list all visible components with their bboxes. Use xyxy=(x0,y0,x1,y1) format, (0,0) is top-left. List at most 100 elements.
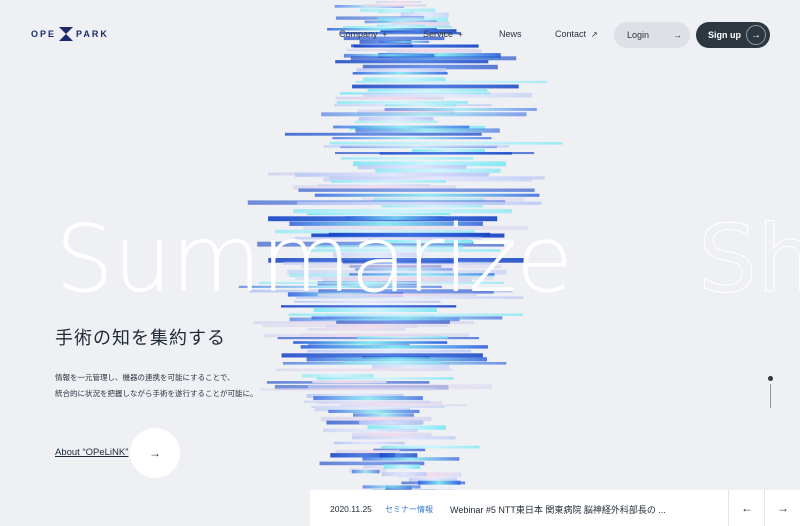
scroll-indicator-dot xyxy=(768,376,773,381)
stripe-bar xyxy=(303,400,431,403)
stripe-bar xyxy=(355,120,438,123)
stripe-bar xyxy=(375,1,422,4)
login-label: Login xyxy=(627,30,650,40)
stripe-bar xyxy=(343,53,435,58)
stripe-bar xyxy=(275,368,453,372)
stripe-bar xyxy=(318,184,430,187)
about-arrow-button[interactable]: → xyxy=(130,428,180,478)
stripe-bar xyxy=(330,453,395,458)
stripe-bar xyxy=(412,149,485,152)
hero-big-word: Summarize xyxy=(55,205,573,313)
stripe-bar xyxy=(306,357,487,362)
stripe-bar xyxy=(363,77,446,81)
news-category[interactable]: セミナー情報 xyxy=(385,504,433,515)
stripe-bar xyxy=(253,321,474,325)
stripe-bar xyxy=(373,448,426,452)
stripe-bar xyxy=(351,469,380,474)
news-ticker[interactable]: 2020.11.25 セミナー情報 Webinar #5 NTT東日本 関東病院… xyxy=(310,490,800,526)
signup-button[interactable]: Sign up → xyxy=(696,22,770,48)
stripe-bar xyxy=(384,104,456,107)
hero-desc-line: 情報を一元管理し、機器の連携を可能にすることで、 xyxy=(55,373,235,382)
nav-label: Contact xyxy=(555,29,587,39)
stripe-bar xyxy=(331,180,447,183)
stripe-bar xyxy=(336,449,400,454)
stripe-bar xyxy=(340,145,497,149)
arrow-right-icon: → xyxy=(777,501,789,515)
stripe-bar xyxy=(300,345,488,349)
login-button[interactable]: Login → xyxy=(614,22,690,48)
news-prev-button[interactable]: ← xyxy=(728,490,765,526)
hero-desc-line: 統合的に状況を把握しながら手術を遂行することが可能に。 xyxy=(55,389,258,398)
stripe-bar xyxy=(377,9,414,14)
stripe-bar xyxy=(350,56,517,61)
stripe-bar xyxy=(358,117,434,121)
scroll-indicator-line xyxy=(770,384,771,408)
news-title[interactable]: Webinar #5 NTT東日本 関東病院 脳神経外科部長の ... xyxy=(450,503,666,516)
external-link-icon: ↗ xyxy=(591,29,598,39)
stripe-bar xyxy=(357,109,455,115)
stripe-bar xyxy=(308,341,410,347)
stripe-bar xyxy=(283,362,507,365)
stripe-bar xyxy=(355,80,548,84)
stripe-bar xyxy=(266,381,430,384)
stripe-bar xyxy=(346,48,478,52)
stripe-bar xyxy=(380,445,480,449)
stripe-bar xyxy=(362,457,460,461)
stripe-bar xyxy=(298,188,535,192)
stripe-bar xyxy=(260,388,435,391)
stripe-bar xyxy=(316,401,443,405)
stripe-bar xyxy=(359,8,436,13)
stripe-bar xyxy=(319,461,425,466)
arrow-left-icon: ← xyxy=(741,501,753,515)
stripe-bar xyxy=(339,92,491,95)
stripe-bar xyxy=(289,317,460,322)
stripe-bar xyxy=(383,464,421,469)
stripe-bar xyxy=(335,60,489,64)
stripe-bar xyxy=(387,49,482,53)
nav-item-news[interactable]: News xyxy=(499,29,522,39)
arrow-right-icon: → xyxy=(149,446,161,460)
arrow-right-icon: → xyxy=(746,25,766,45)
stripe-bar xyxy=(321,112,527,117)
stripe-bar xyxy=(311,316,503,320)
stripe-bar xyxy=(294,172,489,177)
stripe-bar xyxy=(363,465,419,468)
stripe-bar xyxy=(288,313,523,316)
nav-item-service[interactable]: Service + xyxy=(423,29,463,39)
stripe-bar xyxy=(349,125,485,130)
about-link[interactable]: About “OPeLiNK” xyxy=(55,447,128,458)
stripe-bar xyxy=(323,428,418,433)
stripe-bar xyxy=(335,152,535,155)
stripe-bar xyxy=(314,193,540,197)
nav-label: Service xyxy=(423,29,454,39)
hero-headline: 手術の知を集約する xyxy=(55,328,226,348)
plus-icon: + xyxy=(382,29,388,39)
stripe-bar xyxy=(352,72,448,75)
stripe-bar xyxy=(373,198,485,203)
nav-item-company[interactable]: Company + xyxy=(339,29,387,39)
stripe-bar xyxy=(351,432,432,438)
stripe-bar xyxy=(356,68,447,73)
stripe-bar xyxy=(357,336,449,339)
news-date: 2020.11.25 xyxy=(330,504,372,514)
plus-icon: + xyxy=(458,29,463,39)
stripe-bar xyxy=(335,96,445,100)
stripe-bar xyxy=(263,334,441,338)
stripe-bar xyxy=(329,176,545,180)
stripe-bar xyxy=(332,137,492,140)
stripe-bar xyxy=(334,104,492,107)
nav-item-contact[interactable]: Contact ↗ xyxy=(555,29,598,39)
news-next-button[interactable]: → xyxy=(764,490,800,526)
stripe-bar xyxy=(367,89,488,92)
stripe-bar xyxy=(334,441,405,445)
nav-label: Company xyxy=(339,29,378,39)
stripe-bar xyxy=(378,53,501,59)
stripe-bar xyxy=(379,152,512,155)
stripe-bar xyxy=(316,377,454,380)
stripe-bar xyxy=(323,177,533,182)
stripe-bar xyxy=(262,324,449,327)
stripe-bar xyxy=(408,477,457,483)
stripe-bar xyxy=(330,141,563,145)
stripe-bar xyxy=(362,92,533,98)
stripe-bar xyxy=(352,436,456,440)
